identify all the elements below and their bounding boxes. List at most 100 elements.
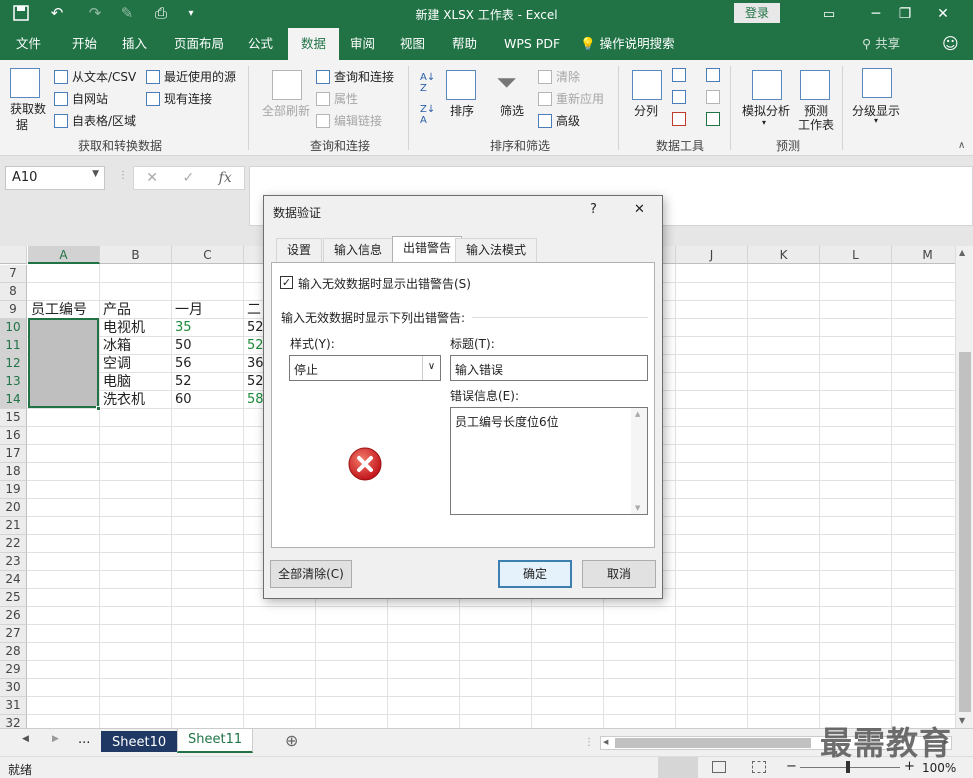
column-header-l[interactable]: L (820, 246, 892, 264)
hscroll-thumb[interactable] (615, 738, 811, 748)
cell-c11[interactable]: 50 (172, 337, 192, 355)
cell-a9[interactable]: 员工编号 (28, 301, 100, 319)
title-input[interactable]: 输入错误 (450, 355, 648, 381)
cell-b10[interactable]: 电视机 (100, 319, 145, 337)
relationships-icon[interactable] (706, 90, 724, 104)
row-header-23[interactable]: 23 (0, 553, 27, 571)
tab-input-message[interactable]: 输入信息 (323, 238, 394, 262)
zoom-out-button[interactable]: − (786, 759, 797, 774)
page-break-view-icon[interactable] (752, 761, 766, 773)
tab-settings[interactable]: 设置 (276, 238, 323, 262)
name-box[interactable]: A10 ▼ (5, 166, 105, 190)
row-header-30[interactable]: 30 (0, 679, 27, 697)
clear-all-button[interactable]: 全部清除(C) (270, 560, 352, 588)
cell-b9[interactable]: 产品 (100, 301, 172, 319)
row-header-12[interactable]: 12 (0, 355, 27, 373)
edit-links-button[interactable]: 编辑链接 (316, 112, 382, 129)
row-header-31[interactable]: 31 (0, 697, 27, 715)
existing-connections-button[interactable]: 现有连接 (146, 90, 212, 107)
cell-b12[interactable]: 空调 (100, 355, 131, 373)
row-header-10[interactable]: 10 (0, 319, 27, 337)
style-select[interactable]: 停止 ∨ (289, 355, 441, 381)
reapply-button[interactable]: 重新应用 (538, 90, 604, 107)
row-header-22[interactable]: 22 (0, 535, 27, 553)
cell-d12[interactable]: 36 (244, 355, 264, 373)
cell-b14[interactable]: 洗衣机 (100, 391, 145, 409)
row-header-32[interactable]: 32 (0, 715, 27, 728)
normal-view-icon[interactable] (658, 757, 698, 778)
refresh-all-button[interactable]: 全部刷新 (262, 102, 310, 119)
cell-c12[interactable]: 56 (172, 355, 192, 373)
cell-c13[interactable]: 52 (172, 373, 192, 391)
row-header-8[interactable]: 8 (0, 283, 27, 301)
column-header-a[interactable]: A (28, 246, 100, 264)
redo-icon[interactable]: ↷ (84, 3, 106, 23)
sort-za-icon[interactable]: Z↓ A (420, 104, 435, 126)
sheet-tab-sheet11[interactable]: Sheet11 (177, 729, 254, 753)
cell-d14[interactable]: 58 (244, 391, 264, 409)
row-header-25[interactable]: 25 (0, 589, 27, 607)
tab-formulas[interactable]: 公式 (238, 28, 283, 60)
textarea-scrollbar[interactable]: ▲ ▼ (631, 408, 647, 514)
login-button[interactable]: 登录 (734, 3, 780, 23)
format-painter-icon[interactable]: ✎ (116, 3, 138, 23)
row-header-15[interactable]: 15 (0, 409, 27, 427)
smiley-icon[interactable]: ☺ (932, 28, 969, 60)
select-all-corner[interactable] (0, 246, 27, 264)
data-validation-icon[interactable] (672, 112, 690, 126)
row-header-17[interactable]: 17 (0, 445, 27, 463)
row-header-28[interactable]: 28 (0, 643, 27, 661)
show-alert-checkbox[interactable]: ✓ (280, 276, 293, 289)
chevron-down-icon[interactable]: ∨ (422, 356, 440, 380)
column-header-b[interactable]: B (100, 246, 172, 264)
row-header-27[interactable]: 27 (0, 625, 27, 643)
ribbon-display-icon[interactable]: ▭ (806, 0, 852, 28)
split-grip-icon[interactable]: ⋮ (584, 737, 594, 748)
tab-insert[interactable]: 插入 (112, 28, 157, 60)
get-data-label1[interactable]: 获取数 (10, 100, 46, 117)
selected-range[interactable] (28, 318, 99, 408)
collapse-ribbon-icon[interactable]: ∧ (958, 140, 965, 151)
remove-duplicates-icon[interactable] (672, 90, 690, 104)
close-button[interactable]: ✕ (920, 0, 966, 28)
print-preview-icon[interactable]: ⎙ (150, 3, 172, 23)
undo-icon[interactable]: ↶ (46, 3, 68, 23)
flash-fill-icon[interactable] (672, 68, 690, 82)
scroll-down-icon[interactable]: ▼ (959, 716, 965, 725)
from-table-button[interactable]: 自表格/区域 (54, 112, 136, 129)
tab-review[interactable]: 审阅 (340, 28, 385, 60)
tab-data[interactable]: 数据 (288, 28, 340, 60)
clear-button[interactable]: 清除 (538, 68, 580, 85)
tab-error-alert[interactable]: 出错警告 (392, 236, 463, 263)
dialog-close-button[interactable]: ✕ (634, 202, 645, 217)
row-header-26[interactable]: 26 (0, 607, 27, 625)
data-model-icon[interactable] (706, 112, 724, 126)
row-header-16[interactable]: 16 (0, 427, 27, 445)
advanced-button[interactable]: 高级 (538, 112, 580, 129)
cell-b13[interactable]: 电脑 (100, 373, 131, 391)
sheet-tab-sheet10[interactable]: Sheet10 (101, 731, 178, 752)
show-alert-label[interactable]: 输入无效数据时显示出错警告(S) (298, 275, 471, 292)
recent-sources-button[interactable]: 最近使用的源 (146, 68, 236, 85)
scroll-thumb[interactable] (959, 352, 971, 712)
prev-sheet-icon[interactable]: ◀ (22, 734, 29, 744)
tab-help[interactable]: 帮助 (442, 28, 487, 60)
error-message-textarea[interactable]: 员工编号长度位6位 ▲ ▼ (450, 407, 648, 515)
cell-c14[interactable]: 60 (172, 391, 192, 409)
cell-c10[interactable]: 35 (172, 319, 192, 337)
tab-view[interactable]: 视图 (390, 28, 435, 60)
cell-d9[interactable]: 二 (244, 301, 264, 319)
what-if-button[interactable]: 模拟分析 (742, 102, 790, 119)
scroll-up-icon[interactable]: ▲ (959, 248, 965, 257)
text-to-columns-button[interactable]: 分列 (634, 102, 658, 119)
row-header-9[interactable]: 9 (0, 301, 27, 319)
properties-button[interactable]: 属性 (316, 90, 358, 107)
tab-ime-mode[interactable]: 输入法模式 (455, 238, 538, 262)
row-header-20[interactable]: 20 (0, 499, 27, 517)
sort-az-icon[interactable]: A↓ Z (420, 72, 435, 94)
row-header-13[interactable]: 13 (0, 373, 27, 391)
chevron-down-icon[interactable]: ▼ (92, 169, 99, 179)
scroll-down-icon[interactable]: ▼ (635, 504, 640, 512)
cancel-button[interactable]: 取消 (582, 560, 656, 588)
consolidate-icon[interactable] (706, 68, 724, 82)
